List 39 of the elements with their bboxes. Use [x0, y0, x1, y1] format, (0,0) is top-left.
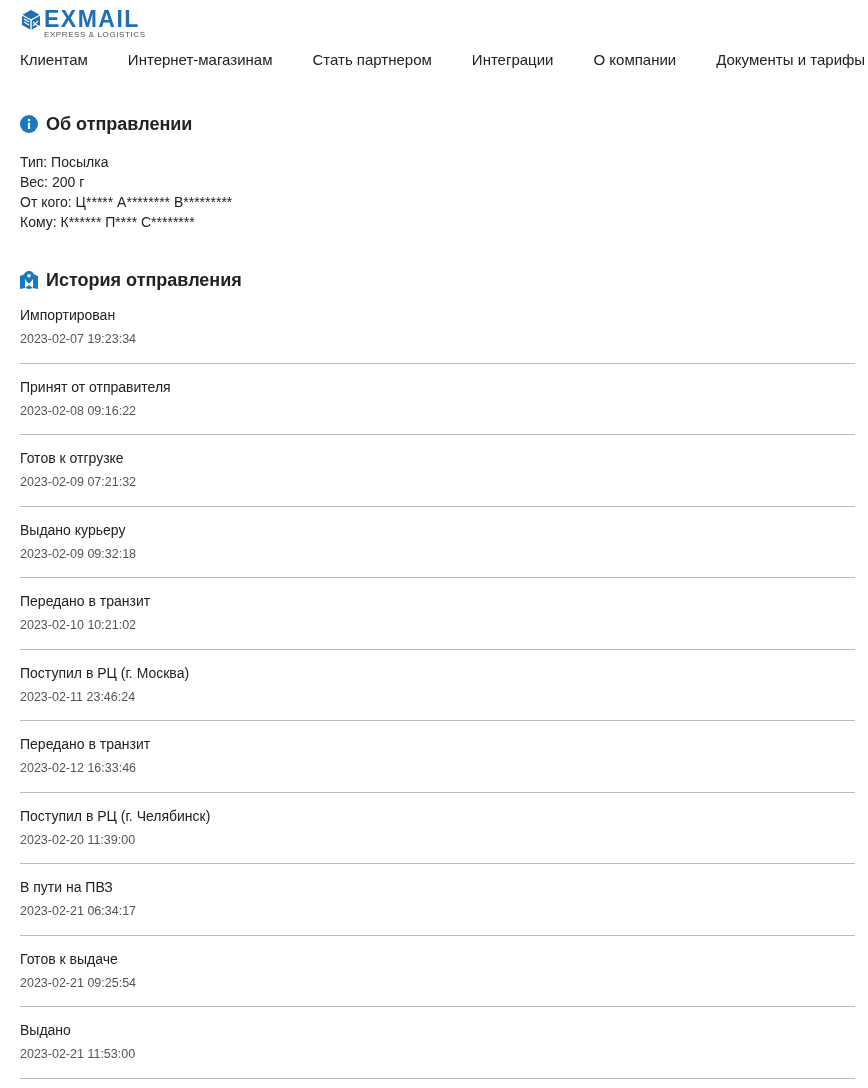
event-time: 2023-02-10 10:21:02 — [20, 617, 137, 634]
nav-link[interactable]: Интернет-магазинам — [127, 50, 273, 70]
event-status: Выдано — [20, 1021, 71, 1040]
event-time: 2023-02-07 19:23:34 — [20, 331, 137, 348]
event-time: 2023-02-09 07:21:32 — [20, 474, 137, 491]
event-time: 2023-02-20 11:39:00 — [20, 831, 136, 849]
map-pin-icon — [20, 271, 38, 289]
info-icon — [20, 115, 38, 133]
nav-link[interactable]: Стать партнером — [312, 50, 432, 70]
event-time: 2023-02-08 09:16:22 — [20, 402, 137, 420]
section-heading: Об отправлении — [46, 113, 193, 136]
event-status: Принят от отправителя — [20, 377, 171, 397]
event-time: 2023-02-21 06:34:17 — [20, 903, 137, 920]
info-line: От кого: Ц***** А******** В********* — [20, 193, 233, 212]
event-time: 2023-02-21 11:53:00 — [20, 1046, 136, 1063]
nav-link[interactable]: Документы и тарифы — [716, 50, 866, 70]
event-status: Поступил в РЦ (г. Челябинск) — [20, 806, 211, 826]
event-time: 2023-02-12 16:33:46 — [20, 760, 137, 777]
logo-tagline: EXPRESS & LOGISTICS — [44, 30, 146, 39]
event-status: Импортирован — [20, 306, 116, 325]
info-line: Вес: 200 г — [20, 173, 85, 192]
nav-link[interactable]: Клиентам — [20, 50, 88, 70]
event-time: 2023-02-11 23:46:24 — [20, 688, 136, 706]
info-line: Кому: К****** П**** С******** — [20, 213, 195, 232]
event-time: 2023-02-09 09:32:18 — [20, 545, 137, 563]
logo-wordmark[interactable]: EXMAIL — [44, 8, 140, 30]
event-status: Поступил в РЦ (г. Москва) — [20, 663, 190, 683]
cube-logo-icon — [20, 9, 42, 31]
event-status: Передано в транзит — [20, 735, 151, 754]
event-status: Передано в транзит — [20, 592, 151, 611]
info-line: Тип: Посылка — [20, 153, 109, 172]
nav-link[interactable]: О компании — [593, 50, 677, 70]
event-status: Готов к выдаче — [20, 949, 118, 969]
event-status: Выдано курьеру — [20, 520, 126, 540]
nav-link[interactable]: Интеграции — [471, 50, 554, 70]
event-status: Готов к отгрузке — [20, 449, 124, 468]
section-heading: История отправления — [46, 269, 242, 292]
event-time: 2023-02-21 09:25:54 — [20, 974, 137, 992]
event-status: В пути на ПВЗ — [20, 878, 113, 897]
